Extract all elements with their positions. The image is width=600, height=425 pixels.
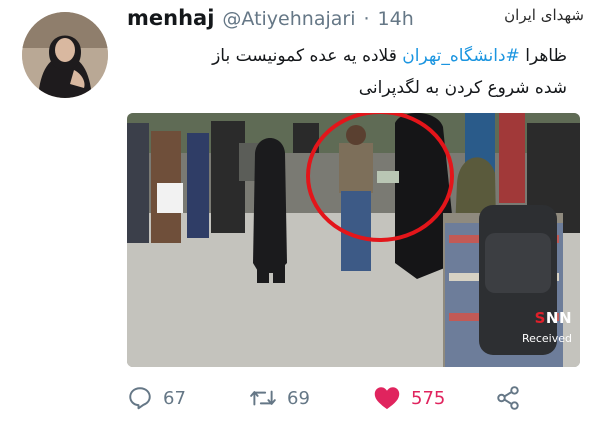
watermark: شهدای ایران — [504, 6, 584, 24]
avatar-image — [22, 12, 108, 98]
like-button[interactable]: 575 — [373, 385, 445, 411]
snn-logo-red: S — [534, 309, 546, 327]
like-count: 575 — [411, 387, 446, 409]
snn-logo: SNN — [535, 309, 572, 327]
avatar[interactable] — [22, 12, 108, 98]
retweet-button[interactable]: 69 — [249, 385, 310, 411]
separator-dot: · — [363, 8, 370, 30]
user-handle[interactable]: @Atiyehnajari — [222, 8, 355, 30]
heart-icon — [374, 387, 400, 410]
snn-logo-rest: NN — [545, 309, 572, 327]
hashtag-link[interactable]: #دانشگاه_تهران — [402, 46, 520, 66]
tweet-card: شهدای ایران menhaj @Atiyehnajari · 14h ظ… — [0, 0, 600, 425]
tweet-text-line-2: شده شروع کردن به لگدپرانی — [358, 78, 567, 98]
reply-button[interactable]: 67 — [127, 385, 186, 411]
photo-scene — [127, 113, 580, 367]
tweet-actions: 67 69 575 — [127, 385, 547, 415]
snn-received-label: Received — [521, 332, 572, 345]
tweet-photo[interactable]: SNN Received — [127, 113, 580, 367]
timestamp[interactable]: 14h — [378, 8, 414, 30]
retweet-icon — [250, 390, 276, 406]
tweet-text: ظاهرا #دانشگاه_تهران قلاده یه عده کمونیس… — [127, 40, 567, 104]
display-name[interactable]: menhaj — [127, 6, 214, 30]
tweet-text-suffix: قلاده یه عده کمونیست باز — [212, 46, 403, 66]
retweet-count: 69 — [287, 387, 310, 409]
share-button[interactable] — [495, 385, 521, 411]
tweet-text-line-1: ظاهرا #دانشگاه_تهران قلاده یه عده کمونیس… — [127, 40, 567, 72]
reply-count: 67 — [163, 387, 186, 409]
share-icon — [497, 386, 519, 410]
tweet-text-prefix: ظاهرا — [519, 46, 567, 66]
reply-icon — [129, 387, 151, 410]
tweet-header: menhaj @Atiyehnajari · 14h — [127, 6, 414, 38]
